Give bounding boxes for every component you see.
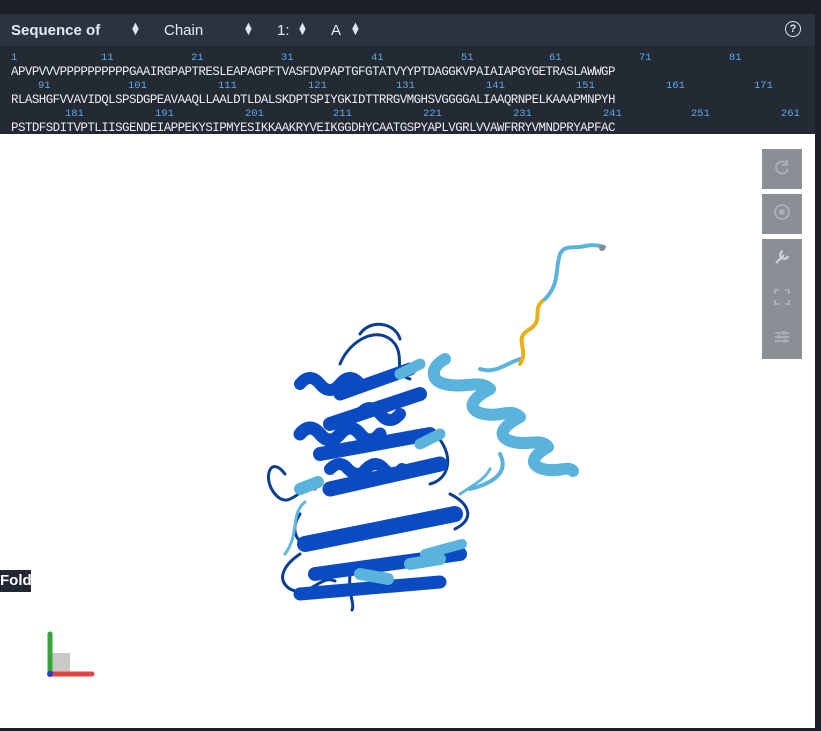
help-icon[interactable]: ?: [785, 21, 801, 37]
residue-number: 251: [691, 108, 710, 120]
residue-number: 241: [603, 108, 622, 120]
residue-number: 141: [486, 80, 505, 92]
residue-number: 1: [11, 52, 18, 64]
expand-icon: [772, 287, 792, 312]
residue-number: 231: [513, 108, 532, 120]
chain-select[interactable]: Chain: [164, 22, 203, 39]
residue-number: 61: [549, 52, 562, 64]
residue-number: 151: [576, 80, 595, 92]
residue-number: 261: [781, 108, 800, 120]
reset-view-button[interactable]: [762, 149, 802, 189]
residue-number: 11: [101, 52, 114, 64]
sequence-line[interactable]: PSTDFSDITVPTLIISGENDEIAPPEKYSIPMYESIKKAA…: [11, 121, 615, 135]
residue-number: 21: [191, 52, 204, 64]
sliders-icon: [772, 327, 792, 352]
sequence-header: Sequence of ▲ ▼ Chain ▲ ▼ 1: ▲ ▼ A ▲ ▼ ?: [0, 14, 815, 46]
entity-select-arrows-icon[interactable]: ▲ ▼: [297, 21, 308, 38]
structure-viewer-canvas[interactable]: Fold: [0, 134, 815, 728]
protein-structure-render[interactable]: [0, 134, 815, 728]
chain-id-select[interactable]: A: [331, 22, 341, 39]
residue-number: 101: [128, 80, 147, 92]
residue-number: 161: [666, 80, 685, 92]
refresh-icon: [772, 157, 792, 182]
axes-gizmo: [47, 631, 95, 677]
residue-number: 211: [333, 108, 352, 120]
chain-select-arrows-icon[interactable]: ▲ ▼: [243, 21, 254, 38]
fold-badge: Fold: [0, 570, 32, 592]
residue-number: 51: [461, 52, 474, 64]
residue-number: 111: [218, 80, 237, 92]
settings-button[interactable]: [762, 239, 802, 279]
sequence-numbers-row: 91 101 111 121 131 141 151 161 171: [0, 80, 815, 92]
window-top-strip: [0, 0, 821, 14]
residue-number: 81: [729, 52, 742, 64]
residue-number: 41: [371, 52, 384, 64]
residue-number: 181: [65, 108, 84, 120]
sequence-title: Sequence of: [11, 22, 101, 39]
residue-number: 201: [245, 108, 264, 120]
sequence-numbers-row: 181 191 201 211 221 231 241 251 261: [0, 108, 815, 120]
residue-number: 221: [423, 108, 442, 120]
fullscreen-button[interactable]: [762, 279, 802, 319]
controls-button[interactable]: [762, 319, 802, 359]
residue-number: 131: [396, 80, 415, 92]
chain-id-select-arrows-icon[interactable]: ▲ ▼: [350, 21, 361, 38]
sequence-line[interactable]: APVPVVVPPPPPPPPPPGAAIRGPAPTRESLEAPAGPFTV…: [11, 65, 615, 79]
sequence-numbers-row: 1 11 21 31 41 51 61 71 81: [0, 52, 815, 64]
residue-number: 121: [308, 80, 327, 92]
residue-number: 171: [754, 80, 773, 92]
window-right-edge: [815, 0, 821, 731]
sequence-panel: 1 11 21 31 41 51 61 71 81 APVPVVVPPPPPPP…: [0, 46, 815, 135]
residue-number: 71: [639, 52, 652, 64]
wrench-icon: [772, 247, 792, 272]
sequence-line[interactable]: RLASHGFVVAVIDQLSPSDGPEAVAAQLLAALDTLDALSK…: [11, 93, 615, 107]
residue-number: 91: [38, 80, 51, 92]
residue-number: 191: [155, 108, 174, 120]
camera-icon: [772, 202, 792, 227]
entity-select[interactable]: 1:: [277, 22, 290, 39]
sort-arrows-icon: ▲ ▼: [130, 20, 141, 38]
residue-number: 31: [281, 52, 294, 64]
screenshot-button[interactable]: [762, 194, 802, 234]
